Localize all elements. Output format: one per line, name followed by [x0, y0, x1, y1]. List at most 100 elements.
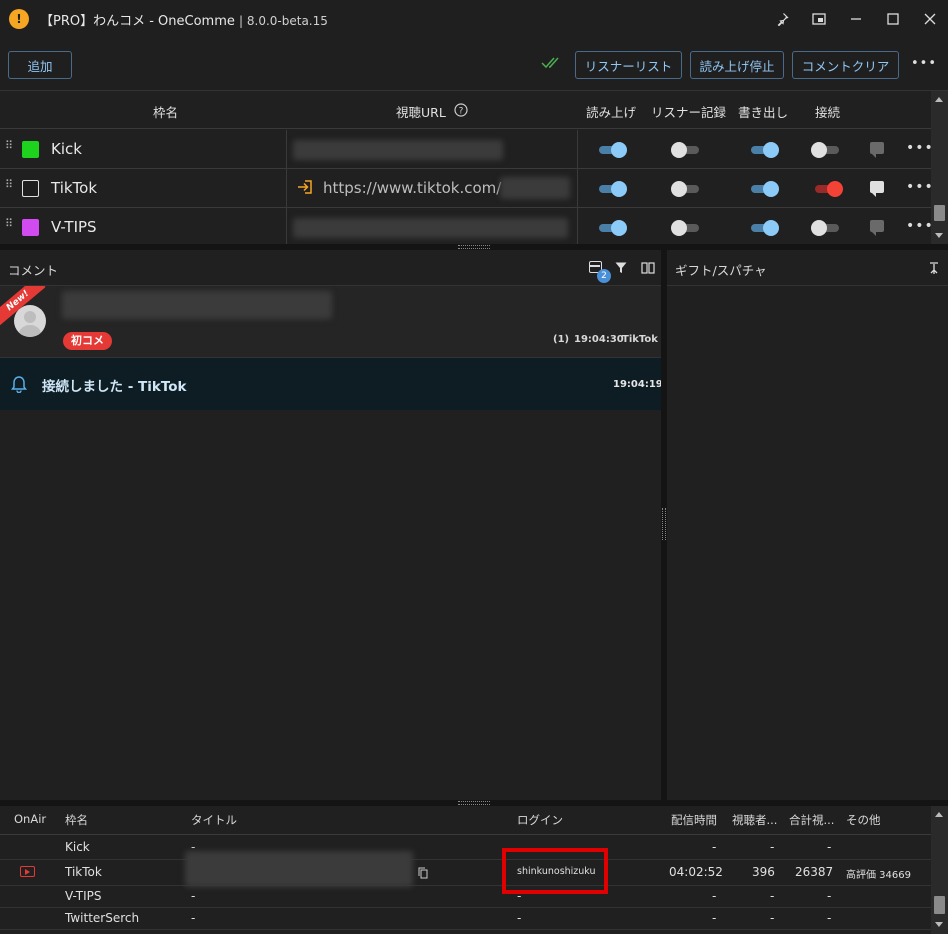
- write-out-toggle[interactable]: [749, 220, 779, 236]
- header-duration: 配信時間: [671, 813, 717, 827]
- header-name: 枠名: [153, 105, 179, 120]
- listener-record-toggle[interactable]: [671, 181, 701, 197]
- scrollbar-thumb[interactable]: [934, 205, 945, 221]
- stream-name: V-TIPS: [51, 218, 97, 236]
- minimize-icon[interactable]: [837, 0, 874, 38]
- read-aloud-toggle[interactable]: [597, 142, 627, 158]
- status-row-twitterserch[interactable]: TwitterSerch - - - - -: [0, 908, 931, 930]
- connect-toggle[interactable]: [811, 142, 841, 158]
- bell-icon: [11, 376, 27, 393]
- svg-text:?: ?: [459, 107, 464, 117]
- write-out-toggle[interactable]: [749, 181, 779, 197]
- stream-url[interactable]: https://www.tiktok.com/: [323, 179, 501, 197]
- first-comment-badge: 初コメ: [63, 332, 112, 350]
- comment-icon[interactable]: [870, 181, 884, 197]
- row-duration: -: [712, 889, 717, 903]
- row-name: Kick: [65, 840, 90, 854]
- row-name: TikTok: [65, 865, 102, 879]
- comment-pane: コメント 2 New! 初コメ (1) 19:04:30 TikTok 接続しま…: [0, 250, 663, 800]
- row-title: -: [191, 911, 196, 925]
- read-aloud-toggle[interactable]: [597, 181, 627, 197]
- connect-toggle[interactable]: [811, 220, 841, 236]
- title-bar: ! 【PRO】わんコメ - OneComme | 8.0.0-beta.15: [0, 0, 948, 38]
- window-title: 【PRO】わんコメ - OneComme | 8.0.0-beta.15: [40, 10, 328, 29]
- avatar[interactable]: [14, 305, 46, 337]
- row-total-views: -: [827, 911, 832, 925]
- row-total-views: -: [827, 840, 832, 854]
- status-table-header: OnAir 枠名 タイトル ログイン 配信時間 視聴者... 合計視... その…: [0, 806, 931, 835]
- redacted-url: [500, 177, 570, 199]
- listener-list-button[interactable]: リスナーリスト: [575, 51, 682, 79]
- row-more-icon[interactable]: •••: [906, 179, 934, 195]
- close-icon[interactable]: [911, 0, 948, 38]
- row-viewers: -: [770, 840, 775, 854]
- add-button[interactable]: 追加: [8, 51, 72, 79]
- gift-pane-header: ギフト/スパチャ: [667, 250, 948, 286]
- listener-record-toggle[interactable]: [671, 142, 701, 158]
- stream-color-swatch[interactable]: [22, 219, 39, 236]
- listener-record-toggle[interactable]: [671, 220, 701, 236]
- filter-icon[interactable]: [615, 262, 627, 274]
- redacted-url: [293, 218, 568, 238]
- status-row-kick[interactable]: Kick - - - -: [0, 836, 931, 860]
- row-more-icon[interactable]: •••: [906, 218, 934, 234]
- double-check-icon: [541, 57, 559, 69]
- stream-table: 枠名 視聴URL ? 読み上げ リスナー記録 書き出し 接続 ⠿ Kick ••…: [0, 90, 948, 247]
- stop-reading-button[interactable]: 読み上げ停止: [690, 51, 784, 79]
- stream-color-swatch[interactable]: [22, 180, 39, 197]
- highlight-annotation: [502, 848, 608, 894]
- connect-toggle[interactable]: [813, 181, 843, 197]
- row-name: TwitterSerch: [65, 911, 140, 925]
- stream-row-vtips[interactable]: ⠿ V-TIPS •••: [0, 208, 934, 247]
- comment-count: (1): [553, 334, 570, 345]
- drag-handle-icon[interactable]: ⠿: [5, 179, 13, 195]
- copy-icon[interactable]: [418, 867, 428, 879]
- header-login: ログイン: [517, 813, 563, 827]
- drag-handle-icon[interactable]: ⠿: [5, 218, 13, 234]
- login-icon[interactable]: [296, 178, 314, 196]
- gift-pane: ギフト/スパチャ: [667, 250, 948, 800]
- row-name: V-TIPS: [65, 889, 102, 903]
- row-viewers: -: [770, 911, 775, 925]
- maximize-icon[interactable]: [874, 0, 911, 38]
- row-title: -: [191, 889, 196, 903]
- status-row-vtips[interactable]: V-TIPS - - - - -: [0, 886, 931, 908]
- comment-icon[interactable]: [870, 220, 884, 236]
- read-aloud-toggle[interactable]: [597, 220, 627, 236]
- row-viewers: -: [770, 889, 775, 903]
- more-menu-icon[interactable]: •••: [911, 56, 937, 71]
- window-title-text: 【PRO】わんコメ - OneComme: [40, 13, 235, 29]
- onair-live-icon: [20, 866, 35, 877]
- write-out-toggle[interactable]: [749, 142, 779, 158]
- app-logo-icon: !: [9, 9, 29, 29]
- stream-row-tiktok[interactable]: ⠿ TikTok https://www.tiktok.com/ •••: [0, 169, 934, 208]
- system-message: 接続しました - TikTok 19:04:19: [0, 358, 663, 410]
- header-listener-record: リスナー記録: [651, 105, 727, 120]
- split-view-icon[interactable]: [641, 262, 655, 274]
- help-icon[interactable]: ?: [454, 103, 468, 117]
- stream-row-kick[interactable]: ⠿ Kick •••: [0, 130, 934, 169]
- picture-in-picture-icon[interactable]: [800, 0, 837, 38]
- comment-icon[interactable]: [870, 142, 884, 158]
- row-other: 高評価 34669: [846, 870, 911, 881]
- row-login: -: [517, 911, 522, 925]
- row-duration: -: [712, 911, 717, 925]
- stream-color-swatch[interactable]: [22, 141, 39, 158]
- gift-pane-title: ギフト/スパチャ: [675, 263, 767, 278]
- header-other: その他: [846, 813, 881, 827]
- clear-comments-button[interactable]: コメントクリア: [792, 51, 899, 79]
- pin-bottom-icon[interactable]: [928, 261, 940, 275]
- status-table-scrollbar[interactable]: [931, 806, 948, 934]
- row-more-icon[interactable]: •••: [906, 140, 934, 156]
- stream-name: Kick: [51, 140, 82, 158]
- pin-icon[interactable]: [763, 0, 800, 38]
- drag-handle-icon[interactable]: ⠿: [5, 140, 13, 156]
- row-duration: 04:02:52: [669, 865, 723, 879]
- system-message-text: 接続しました - TikTok: [42, 379, 187, 395]
- header-write-out: 書き出し: [738, 105, 789, 120]
- stream-table-scrollbar[interactable]: [931, 91, 948, 245]
- system-message-time: 19:04:19: [613, 379, 663, 390]
- comment-item[interactable]: New! 初コメ (1) 19:04:30 TikTok: [0, 286, 661, 358]
- status-row-tiktok[interactable]: TikTok shinkunoshizuku 04:02:52 396 2638…: [0, 851, 931, 887]
- scrollbar-thumb[interactable]: [934, 896, 945, 914]
